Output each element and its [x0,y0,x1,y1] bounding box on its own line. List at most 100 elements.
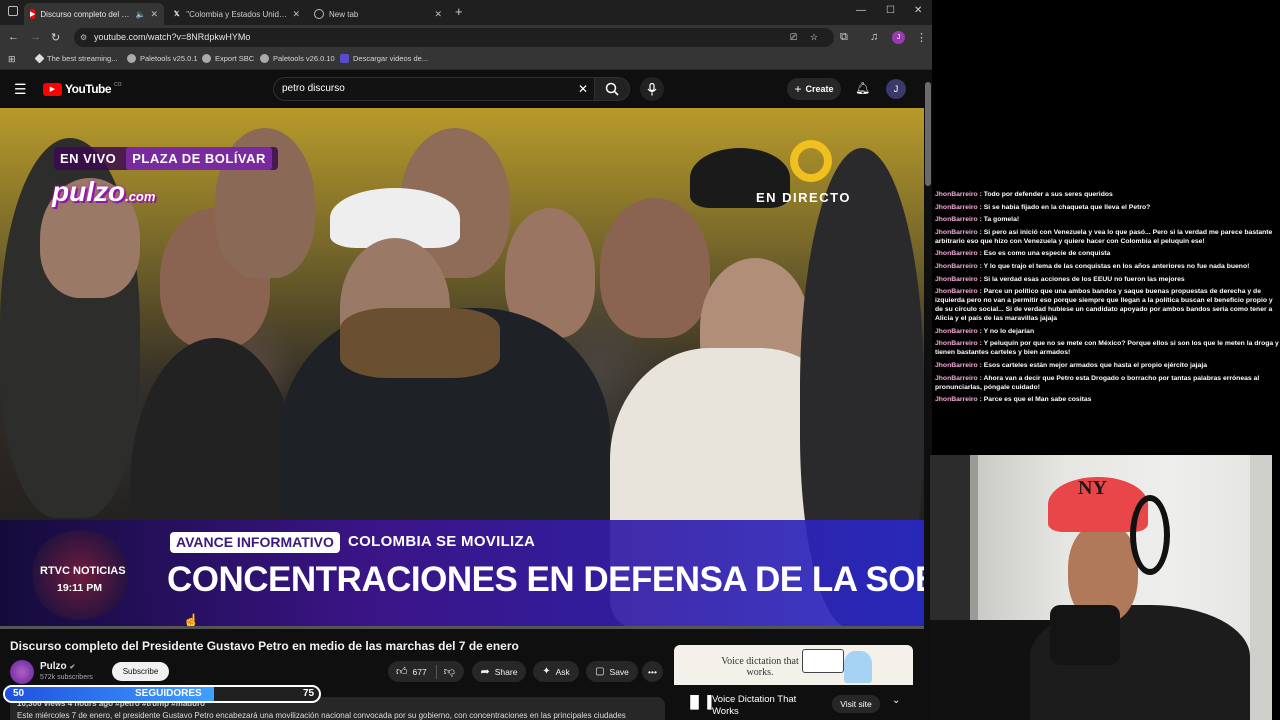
bookmark-label: Descargar videos de... [353,54,429,63]
bookmark-star-icon[interactable]: ☆ [810,28,818,47]
tab-new-tab[interactable]: New tab ✕ [308,3,448,25]
apps-grid-icon[interactable]: ⊞ [8,54,16,65]
video-player[interactable]: EN VIVO PLAZA DE BOLÍVAR pulzo.com EN DI… [0,108,924,628]
account-avatar[interactable]: J [886,79,906,99]
back-arrow-icon[interactable]: ← [8,31,19,43]
share-arrow-icon: ➦ [480,666,490,678]
share-label: Share [494,666,518,677]
x-favicon-icon: 𝕏 [173,11,180,18]
clear-search-icon[interactable]: ✕ [578,78,588,100]
chat-message: JhonBarreiro : Y peluquín por que no se … [935,339,1280,357]
tab-search-icon[interactable] [8,6,18,16]
chat-username: JhonBarreiro [935,396,978,404]
subscribe-button[interactable]: Subscribe [112,662,169,681]
chat-message: JhonBarreiro : Si pero así inició con Ve… [935,228,1280,246]
chat-username: JhonBarreiro [935,275,978,283]
chat-username: JhonBarreiro [935,340,978,348]
chat-username: JhonBarreiro [935,288,978,296]
chevron-down-icon[interactable]: ⌄ [892,695,900,706]
chat-username: JhonBarreiro [935,374,978,382]
visit-site-button[interactable]: Visit site [832,695,880,713]
chat-username: JhonBarreiro [935,361,978,369]
notifications-bell-icon[interactable]: 🔔︎ [855,81,870,95]
forward-arrow-icon[interactable]: → [30,31,41,43]
channel-avatar[interactable] [10,660,34,684]
menu-kebab-icon[interactable]: ⋮ [916,31,927,44]
close-tab-icon[interactable]: ✕ [434,9,442,20]
chat-message: JhonBarreiro : Esos carteles están mejor… [935,361,1280,370]
plus-icon: + [794,82,802,96]
chat-text: Parce un político que una ambos bandos y… [935,288,1273,323]
bookmark-item[interactable]: Export SBC [202,54,254,63]
speaker-muted-icon[interactable]: 🔈 [135,10,145,19]
headphones-icon [1130,495,1170,575]
share-button[interactable]: ➦ Share [472,661,526,682]
verified-badge-icon: ✔ [69,664,76,671]
chat-username: JhonBarreiro [935,250,978,258]
chat-text: Eso es como una especie de conquista [983,250,1111,258]
tab-label: New tab [329,9,359,19]
reload-icon[interactable]: ↻ [51,31,60,44]
more-actions-button[interactable]: ••• [642,661,663,682]
chat-text: Si se habia fijado en la chaqueta que ll… [983,203,1151,211]
chat-text: Si pero así inició con Venezuela y vea l… [935,228,1273,245]
search-button[interactable] [594,77,630,101]
youtube-logo[interactable]: ▶ YouTube CO [43,82,122,96]
scrollbar-thumb[interactable] [925,82,931,186]
close-window-icon[interactable]: ✕ [914,5,922,16]
chat-username: JhonBarreiro [935,262,978,270]
pulzo-watermark-logo: pulzo.com [52,176,155,208]
url-bar[interactable]: ⚙ youtube.com/watch?v=8NRdpkwHYMo ⎚ ☆ [74,28,834,47]
site-info-icon[interactable]: ⚙ [80,28,87,47]
maximize-icon[interactable]: ☐ [886,5,895,16]
bookmark-item[interactable]: Paletools v25.0.1 [127,54,198,63]
extensions-icon[interactable]: ⧉ [840,31,848,44]
person-illustration-icon [844,651,872,683]
bookmark-item[interactable]: Descargar videos de... [340,54,428,63]
new-tab-button[interactable]: + [455,4,463,19]
bookmark-item[interactable]: Paletools v26.0.10 [260,54,335,63]
chat-text: Ta gomela! [983,216,1020,224]
chat-message: JhonBarreiro : Parce un político que una… [935,287,1280,323]
chat-username: JhonBarreiro [935,216,978,224]
like-count[interactable]: 677 [413,667,427,677]
close-tab-icon[interactable]: ✕ [150,9,158,20]
save-button[interactable]: ▢ Save [586,661,638,682]
create-button[interactable]: + Create [787,78,841,100]
thumbs-down-icon[interactable]: 👎︎ [444,665,455,678]
hamburger-menu-icon[interactable]: ☰ [14,81,27,98]
ask-button[interactable]: ✦ Ask [533,661,579,682]
chat-message: JhonBarreiro : Ta gomela! [935,215,1280,224]
ad-banner[interactable]: Voice dictation that works. [674,645,913,685]
chat-message: JhonBarreiro : Eso es como una especie d… [935,249,1280,258]
bookmark-favicon-icon [340,54,349,63]
chat-username: JhonBarreiro [935,203,978,211]
video-progress-bar[interactable] [0,626,924,629]
url-text: youtube.com/watch?v=8NRdpkwHYMo [94,32,251,42]
lower-third-tag: AVANCE INFORMATIVO [170,532,340,553]
crowd-face [600,198,710,338]
close-tab-icon[interactable]: ✕ [292,9,300,20]
chat-message: JhonBarreiro : Parce es que el Man sabe … [935,395,1280,404]
bookmark-favicon-icon [127,54,136,63]
thumbs-up-icon[interactable]: 👍︎ [396,665,408,678]
search-input[interactable]: petro discurso ✕ [273,77,595,101]
divider [435,664,437,679]
address-bar-row: ← → ↻ ⚙ youtube.com/watch?v=8NRdpkwHYMo … [0,25,932,50]
brand-suffix: .com [125,189,156,204]
tab-youtube-video[interactable]: ▶ Discurso completo del Presidente Gusta… [24,3,164,25]
profile-avatar[interactable]: J [892,31,905,44]
ad-title: Voice Dictation That Works [712,694,797,717]
bookmark-item[interactable]: The best streaming... [34,53,117,64]
cast-icon[interactable]: ⎚ [790,28,797,47]
chat-text: Y peluquín por que no se mete con México… [935,340,1279,357]
lower-third-kicker: COLOMBIA SE MOVILIZA [348,533,536,550]
voice-search-button[interactable] [640,77,664,101]
minimize-icon[interactable]: — [856,5,866,16]
bookmark-favicon-icon [34,53,45,64]
brand-name: pulzo [52,176,126,207]
tab-x-search[interactable]: 𝕏 "Colombia y Estados Unidos" - ✕ [166,3,306,25]
network-time: 19:11 PM [57,582,102,594]
media-control-icon[interactable]: ♫ [870,31,878,43]
channel-name[interactable]: Pulzo ✔ [40,661,75,672]
